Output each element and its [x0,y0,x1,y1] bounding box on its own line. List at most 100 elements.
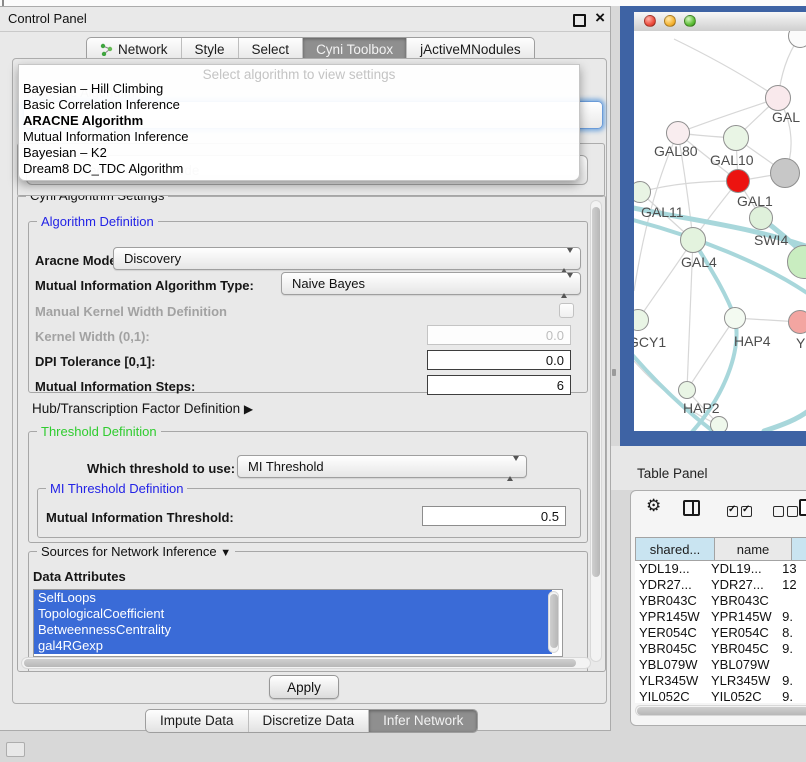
attribute-item[interactable]: gal4RGexp [34,638,552,654]
bottom-tab-impute-data[interactable]: Impute Data [146,710,248,732]
settings-horizontal-scrollbar[interactable] [21,657,591,669]
algorithm-option[interactable]: Mutual Information Inference [23,129,575,145]
mi-threshold-field[interactable]: 0.5 [422,506,566,526]
node-label: GCY1 [634,334,666,350]
mi-steps-label: Mutual Information Steps: [35,379,195,394]
attribute-item[interactable]: TopologicalCoefficient [34,606,552,622]
table-cell: YDR27... [635,577,707,593]
network-node[interactable] [710,416,728,431]
node-label: GAL11 [641,204,684,220]
gear-icon[interactable]: ⚙ [646,496,661,516]
table-cell: YLR345W [635,673,707,689]
network-node-hap4[interactable] [724,307,746,329]
table-row[interactable]: YPR145WYPR145W9. [635,609,806,625]
mi-threshold-label: Mutual Information Threshold: [46,510,234,525]
close-icon[interactable]: × [595,8,605,28]
collapse-down-icon[interactable]: ▼ [220,547,231,559]
algorithm-option[interactable]: Basic Correlation Inference [23,97,575,113]
kernel-width-label: Kernel Width (0,1): [35,329,150,344]
network-node-swi4[interactable] [749,206,773,230]
table-panel-title: Table Panel [637,466,708,481]
network-canvas[interactable]: GALGAL80GAL10GAL1GAL11SWI4GAL4GCY1HAP4YH… [634,31,806,431]
cyni-algorithm-settings-group: Cyni Algorithm Settings Algorithm Defini… [17,195,606,672]
table-cell: YIL052C [635,689,707,703]
settings-vertical-scrollbar[interactable] [590,200,602,662]
network-node-y[interactable] [788,310,806,334]
network-node-gcy1[interactable] [634,309,649,331]
table-cell: 9. [778,673,806,689]
aracne-mode-combo[interactable]: Discovery [113,247,581,270]
table-cell: 8. [778,625,806,641]
network-node-gal11[interactable] [634,181,651,203]
manual-kernel-checkbox[interactable] [559,303,574,318]
column-header-extra[interactable] [792,537,806,561]
attribute-item[interactable]: SelfLoops [34,590,552,606]
network-node-gal80[interactable] [666,121,690,145]
bottom-tab-discretize-data[interactable]: Discretize Data [248,710,369,732]
table-cell: 9. [778,689,806,703]
network-node[interactable] [788,31,806,48]
table-row[interactable]: YBR045CYBR045C9. [635,641,806,657]
float-window-icon[interactable] [573,14,586,27]
attribute-list-scrollbar[interactable] [548,591,559,653]
unchecked-columns-icon[interactable] [773,503,801,521]
mi-steps-field[interactable]: 6 [427,375,571,395]
table-cell: YDL19... [707,561,778,577]
hub-definition-label[interactable]: Hub/Transcription Factor Definition ▶ [32,401,253,416]
kernel-width-field[interactable]: 0.0 [427,325,571,345]
sources-title[interactable]: Sources for Network Inference ▼ [37,544,235,559]
table-cell: YBR043C [707,593,778,609]
mi-threshold-group: MI Threshold Definition Mutual Informati… [37,488,581,538]
table-horizontal-scrollbar[interactable] [635,705,806,716]
mi-type-label: Mutual Information Algorithm Type: [35,278,254,293]
mi-type-combo[interactable]: Naive Bayes [281,272,581,295]
table-row[interactable]: YDR27...YDR27...12 [635,577,806,593]
manual-kernel-label: Manual Kernel Width Definition [35,304,227,319]
algorithm-option[interactable]: Dream8 DC_TDC Algorithm [23,161,575,177]
network-node-hap2[interactable] [678,381,696,399]
panel-splitter-handle[interactable] [612,369,616,376]
algorithm-option[interactable]: Bayesian – K2 [23,145,575,161]
which-threshold-combo[interactable]: MI Threshold [237,455,527,478]
network-node[interactable] [770,158,800,188]
algorithm-option[interactable]: Bayesian – Hill Climbing [23,81,575,97]
table-row[interactable]: YDL19...YDL19...13 [635,561,806,577]
network-node-gal1[interactable] [726,169,750,193]
zoom-traffic-light-icon[interactable] [684,15,696,27]
table-row[interactable]: YLR345WYLR345W9. [635,673,806,689]
expand-right-icon[interactable]: ▶ [244,402,253,416]
bottom-tabs: Impute DataDiscretize DataInfer Network [145,709,478,733]
column-header-shared[interactable]: shared... [635,537,715,561]
network-node-gal[interactable] [765,85,791,111]
table-row[interactable]: YBR043CYBR043C [635,593,806,609]
algorithm-option[interactable]: ARACNE Algorithm [23,113,575,129]
table-cell: YER054C [707,625,778,641]
threshold-definition-group: Threshold Definition Which threshold to … [28,431,588,543]
data-attributes-list[interactable]: SelfLoopsTopologicalCoefficientBetweenne… [33,589,563,657]
checked-columns-icon[interactable] [727,503,755,521]
aracne-mode-label: Aracne Mode: [35,253,121,268]
table-cell: YBR045C [635,641,707,657]
column-header-name[interactable]: name [715,537,792,561]
table-row[interactable]: YIL052CYIL052C9. [635,689,806,703]
table-cell: YBR043C [635,593,707,609]
network-node-gal10[interactable] [723,125,749,151]
table-row[interactable]: YER054CYER054C8. [635,625,806,641]
document-icon[interactable] [799,499,806,516]
close-traffic-light-icon[interactable] [644,15,656,27]
node-label: Y [796,335,805,351]
split-columns-icon[interactable] [683,500,700,516]
minimize-traffic-light-icon[interactable] [664,15,676,27]
bottom-left-widget[interactable] [6,742,25,757]
table-row[interactable]: YBL079WYBL079W [635,657,806,673]
bottom-tab-infer-network[interactable]: Infer Network [368,710,477,732]
network-window-titlebar[interactable] [634,12,806,32]
algorithm-dropdown-list: Bayesian – Hill ClimbingBasic Correlatio… [23,81,575,177]
threshold-definition-title: Threshold Definition [37,424,161,439]
attribute-item[interactable]: BetweennessCentrality [34,622,552,638]
network-node[interactable] [787,245,806,279]
node-label: SWI4 [754,232,788,248]
network-node-gal4[interactable] [680,227,706,253]
dpi-tolerance-field[interactable]: 0.0 [427,350,571,370]
apply-button[interactable]: Apply [269,675,339,699]
